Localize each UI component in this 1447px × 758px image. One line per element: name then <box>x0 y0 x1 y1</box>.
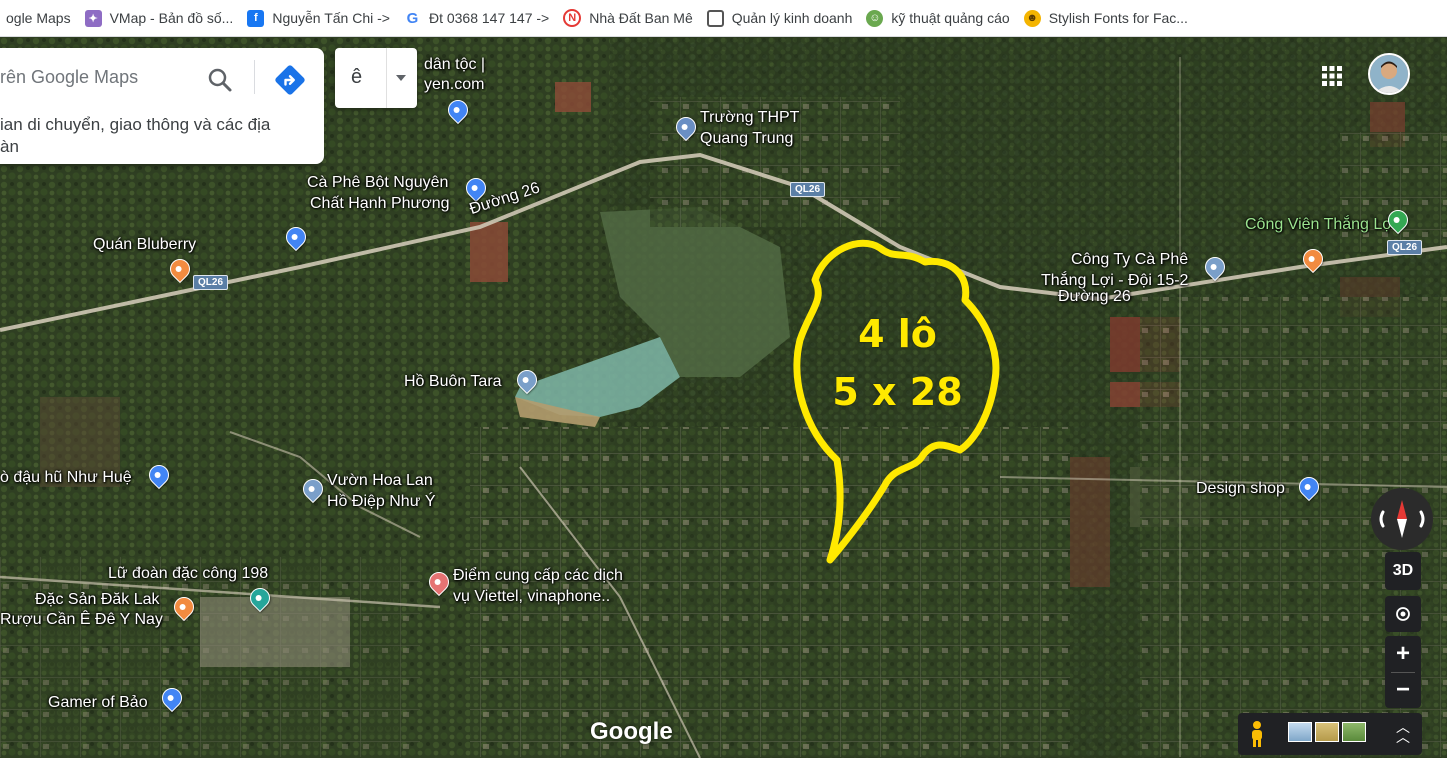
bookmark-facebook[interactable]: f Nguyễn Tấn Chi -> <box>241 4 398 32</box>
language-separator <box>386 48 387 108</box>
annotation-callout: 4 lô 5 x 28 <box>785 230 1010 565</box>
bookmark-label: Stylish Fonts for Fac... <box>1048 10 1188 26</box>
search-input[interactable] <box>0 60 190 94</box>
annotation-lot-size: 5 x 28 <box>832 370 963 414</box>
map-label-lu-doan-dac-cong[interactable]: Lữ đoàn đặc công 198 <box>108 564 268 583</box>
map-label-viettel[interactable]: vụ Viettel, vinaphone.. <box>453 587 610 606</box>
zoom-control: + − <box>1385 636 1421 708</box>
bookmarks-bar: ogle Maps ✦ VMap - Bản đồ số... f Nguyễn T… <box>0 0 1447 37</box>
layers-bar: ︿ ︿ <box>1238 713 1422 755</box>
map-label-ho-diep-nhu-y[interactable]: Hồ Điệp Như Ý <box>327 492 436 511</box>
directions-icon[interactable] <box>272 62 308 98</box>
map-label-cong-ty-ca-phe[interactable]: Công Ty Cà Phê <box>1071 250 1188 269</box>
bookmark-stylish-fonts[interactable]: ☻ Stylish Fonts for Fac... <box>1018 4 1196 32</box>
search-panel: ian di chuyển, giao thông và các địa àn <box>0 48 324 164</box>
map-label-quang-trung[interactable]: Quang Trung <box>700 129 793 148</box>
bookmark-label: Đt 0368 147 147 -> <box>428 10 550 26</box>
map-label-gamer-of-bao[interactable]: Gamer of Bảo <box>48 693 148 712</box>
nhadat-icon: N <box>563 9 582 27</box>
traffic-info-line: ian di chuyển, giao thông và các địa <box>0 115 271 134</box>
pegman-icon[interactable] <box>1248 720 1266 748</box>
user-photo-icon <box>1370 55 1408 93</box>
compass-control[interactable] <box>1371 488 1433 550</box>
document-icon <box>706 9 724 27</box>
map-label-ca-phe-bot[interactable]: Cà Phê Bột Nguyên <box>307 173 448 192</box>
layer-terrain-thumb[interactable] <box>1288 722 1312 742</box>
map-label-yen-com[interactable]: yen.com <box>424 75 484 94</box>
bookmark-google-maps[interactable]: ogle Maps <box>0 4 79 32</box>
map-label-vuon-hoa-lan[interactable]: Vườn Hoa Lan <box>327 471 433 490</box>
bookmark-label: VMap - Bản đồ số... <box>109 10 234 26</box>
my-location-button[interactable] <box>1385 596 1421 632</box>
bookmark-nhadat[interactable]: N Nhà Đất Ban Mê <box>557 4 701 32</box>
cartoon-icon: ☺ <box>866 9 884 27</box>
zoom-out-button[interactable]: − <box>1385 672 1421 708</box>
crosshair-icon <box>1396 607 1410 621</box>
road-shield-ql26: QL26 <box>193 275 229 290</box>
bookmark-quangcao[interactable]: ☺ kỹ thuật quảng cáo <box>860 4 1017 32</box>
bookmark-label: Quản lý kinh doanh <box>731 10 853 26</box>
vmap-icon: ✦ <box>84 9 102 27</box>
map-label-ho-buon-tara[interactable]: Hồ Buôn Tara <box>404 372 502 391</box>
layer-traffic-thumb[interactable] <box>1315 722 1339 742</box>
annotation-lot-count: 4 lô <box>858 312 937 356</box>
3d-toggle-button[interactable]: 3D <box>1385 552 1421 590</box>
search-icon[interactable] <box>205 65 235 95</box>
google-logo: Google <box>590 718 673 745</box>
map-label-chat-hanh-phuong[interactable]: Chất Hạnh Phương <box>310 194 450 213</box>
road-shield-ql26: QL26 <box>1387 240 1423 255</box>
expand-layers-icon[interactable]: ︿ ︿ <box>1396 720 1410 744</box>
bookmark-label: Nhà Đất Ban Mê <box>589 10 693 26</box>
bookmark-label: kỹ thuật quảng cáo <box>891 10 1010 26</box>
language-value: ê <box>351 66 363 88</box>
bookmark-vmap[interactable]: ✦ VMap - Bản đồ số... <box>79 4 242 32</box>
bookmark-quanly[interactable]: Quản lý kinh doanh <box>701 4 861 32</box>
facebook-icon: f <box>247 9 265 27</box>
traffic-info-text: ian di chuyển, giao thông và các địa àn <box>0 114 316 158</box>
smiley-icon: ☻ <box>1023 9 1041 27</box>
road-shield-ql26: QL26 <box>790 182 826 197</box>
chevron-down-icon[interactable] <box>396 75 406 81</box>
map-label-dantoc[interactable]: dân tộc | <box>424 55 485 74</box>
compass-icon <box>1379 500 1425 538</box>
bookmark-label: Nguyễn Tấn Chi -> <box>272 10 390 26</box>
bookmark-label: ogle Maps <box>6 10 71 26</box>
search-separator <box>254 60 255 94</box>
layer-satellite-thumb[interactable] <box>1342 722 1366 742</box>
map-label-diem-cung-cap[interactable]: Điểm cung cấp các dịch <box>453 566 623 585</box>
map-label-dau-hu-nhu-hue[interactable]: ò đậu hũ Như Huệ <box>0 468 132 487</box>
bookmark-phone[interactable]: G Đt 0368 147 147 -> <box>398 4 557 32</box>
map-label-cong-vien-thang-loi[interactable]: Công Viên Thắng Lợi <box>1245 215 1396 234</box>
map-label-dac-san-dak-lak[interactable]: Đặc Sản Đăk Lak <box>35 590 160 609</box>
map-label-truong-thpt[interactable]: Trường THPT <box>700 108 799 127</box>
zoom-in-button[interactable]: + <box>1385 636 1421 672</box>
map-label-ruou-can[interactable]: Rượu Cần Ê Đê Y Nay <box>0 610 163 629</box>
map-label-design-shop[interactable]: Design shop <box>1196 479 1285 498</box>
traffic-info-line: àn <box>0 137 19 156</box>
apps-grid-icon[interactable] <box>1322 66 1342 86</box>
google-icon: G <box>403 9 421 27</box>
map-label-quan-bluberry[interactable]: Quán Bluberry <box>93 235 196 254</box>
road-label-duong-26-east: Đường 26 <box>1058 288 1131 305</box>
language-dropdown[interactable]: ê <box>335 48 417 108</box>
avatar[interactable] <box>1368 53 1410 95</box>
